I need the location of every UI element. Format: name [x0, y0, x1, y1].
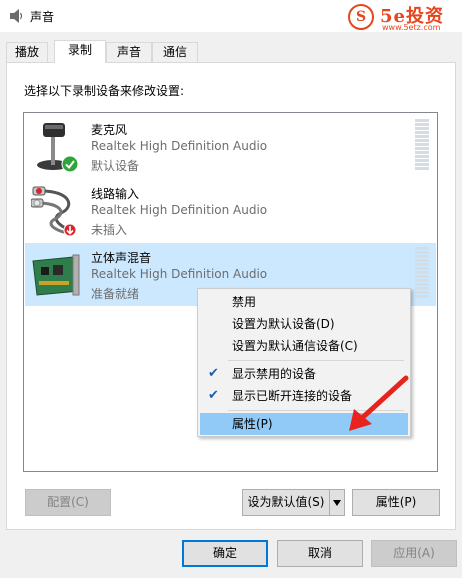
- device-item-line-in[interactable]: 线路输入 Realtek High Definition Audio 未插入: [25, 179, 436, 242]
- context-menu: 禁用 设置为默认设备(D) 设置为默认通信设备(C) ✔ 显示禁用的设备 ✔ 显…: [197, 288, 411, 437]
- device-driver: Realtek High Definition Audio: [91, 139, 268, 153]
- menu-item-show-disabled[interactable]: ✔ 显示禁用的设备: [200, 363, 408, 385]
- watermark: S 5e投资 www.5etz.com: [346, 2, 462, 34]
- level-meter: [415, 247, 431, 301]
- instruction-text: 选择以下录制设备来修改设置:: [24, 84, 185, 98]
- check-icon: ✔: [208, 388, 219, 403]
- tab-recording[interactable]: 录制: [54, 40, 106, 63]
- default-check-icon: [61, 155, 79, 173]
- device-driver: Realtek High Definition Audio: [91, 203, 268, 217]
- menu-item-label: 设置为默认设备(D): [232, 317, 335, 331]
- menu-item-properties[interactable]: 属性(P): [200, 413, 408, 435]
- menu-item-label: 禁用: [232, 295, 257, 309]
- sound-card-icon: [32, 254, 80, 296]
- menu-item-label: 属性(P): [232, 417, 273, 431]
- chevron-down-icon: [333, 500, 341, 506]
- unplugged-icon: [63, 223, 77, 237]
- menu-item-set-default-comm-device[interactable]: 设置为默认通信设备(C): [200, 335, 408, 357]
- configure-button[interactable]: 配置(C): [25, 489, 111, 516]
- device-name: 麦克风: [91, 123, 128, 137]
- check-icon: ✔: [208, 366, 219, 381]
- watermark-url: www.5etz.com: [382, 23, 441, 32]
- speaker-icon: [10, 9, 23, 23]
- menu-item-label: 设置为默认通信设备(C): [232, 339, 358, 353]
- ok-button[interactable]: 确定: [182, 540, 268, 567]
- device-name: 线路输入: [91, 187, 140, 201]
- cancel-button[interactable]: 取消: [277, 540, 363, 567]
- menu-item-show-disconnected[interactable]: ✔ 显示已断开连接的设备: [200, 385, 408, 407]
- device-status: 未插入: [91, 223, 128, 237]
- properties-button[interactable]: 属性(P): [352, 489, 440, 516]
- device-driver: Realtek High Definition Audio: [91, 267, 268, 281]
- tab-communications[interactable]: 通信: [152, 42, 198, 62]
- device-name: 立体声混音: [91, 251, 152, 265]
- level-meter: [415, 119, 431, 173]
- device-status: 默认设备: [91, 159, 140, 173]
- menu-item-set-default-device[interactable]: 设置为默认设备(D): [200, 313, 408, 335]
- set-default-button[interactable]: 设为默认值(S): [242, 489, 330, 516]
- menu-item-label: 显示禁用的设备: [232, 367, 317, 381]
- set-default-dropdown[interactable]: [329, 489, 345, 516]
- watermark-logo: S: [348, 4, 374, 30]
- window-title: 声音: [30, 10, 55, 24]
- tab-playback[interactable]: 播放: [6, 42, 48, 62]
- menu-separator: [228, 360, 404, 361]
- menu-separator: [228, 410, 404, 411]
- tab-sounds[interactable]: 声音: [106, 42, 152, 62]
- menu-item-label: 显示已断开连接的设备: [232, 389, 353, 403]
- device-status: 准备就绪: [91, 287, 140, 301]
- device-item-microphone[interactable]: 麦克风 Realtek High Definition Audio 默认设备: [25, 115, 436, 178]
- apply-button[interactable]: 应用(A): [371, 540, 457, 567]
- menu-item-disable[interactable]: 禁用: [200, 291, 408, 313]
